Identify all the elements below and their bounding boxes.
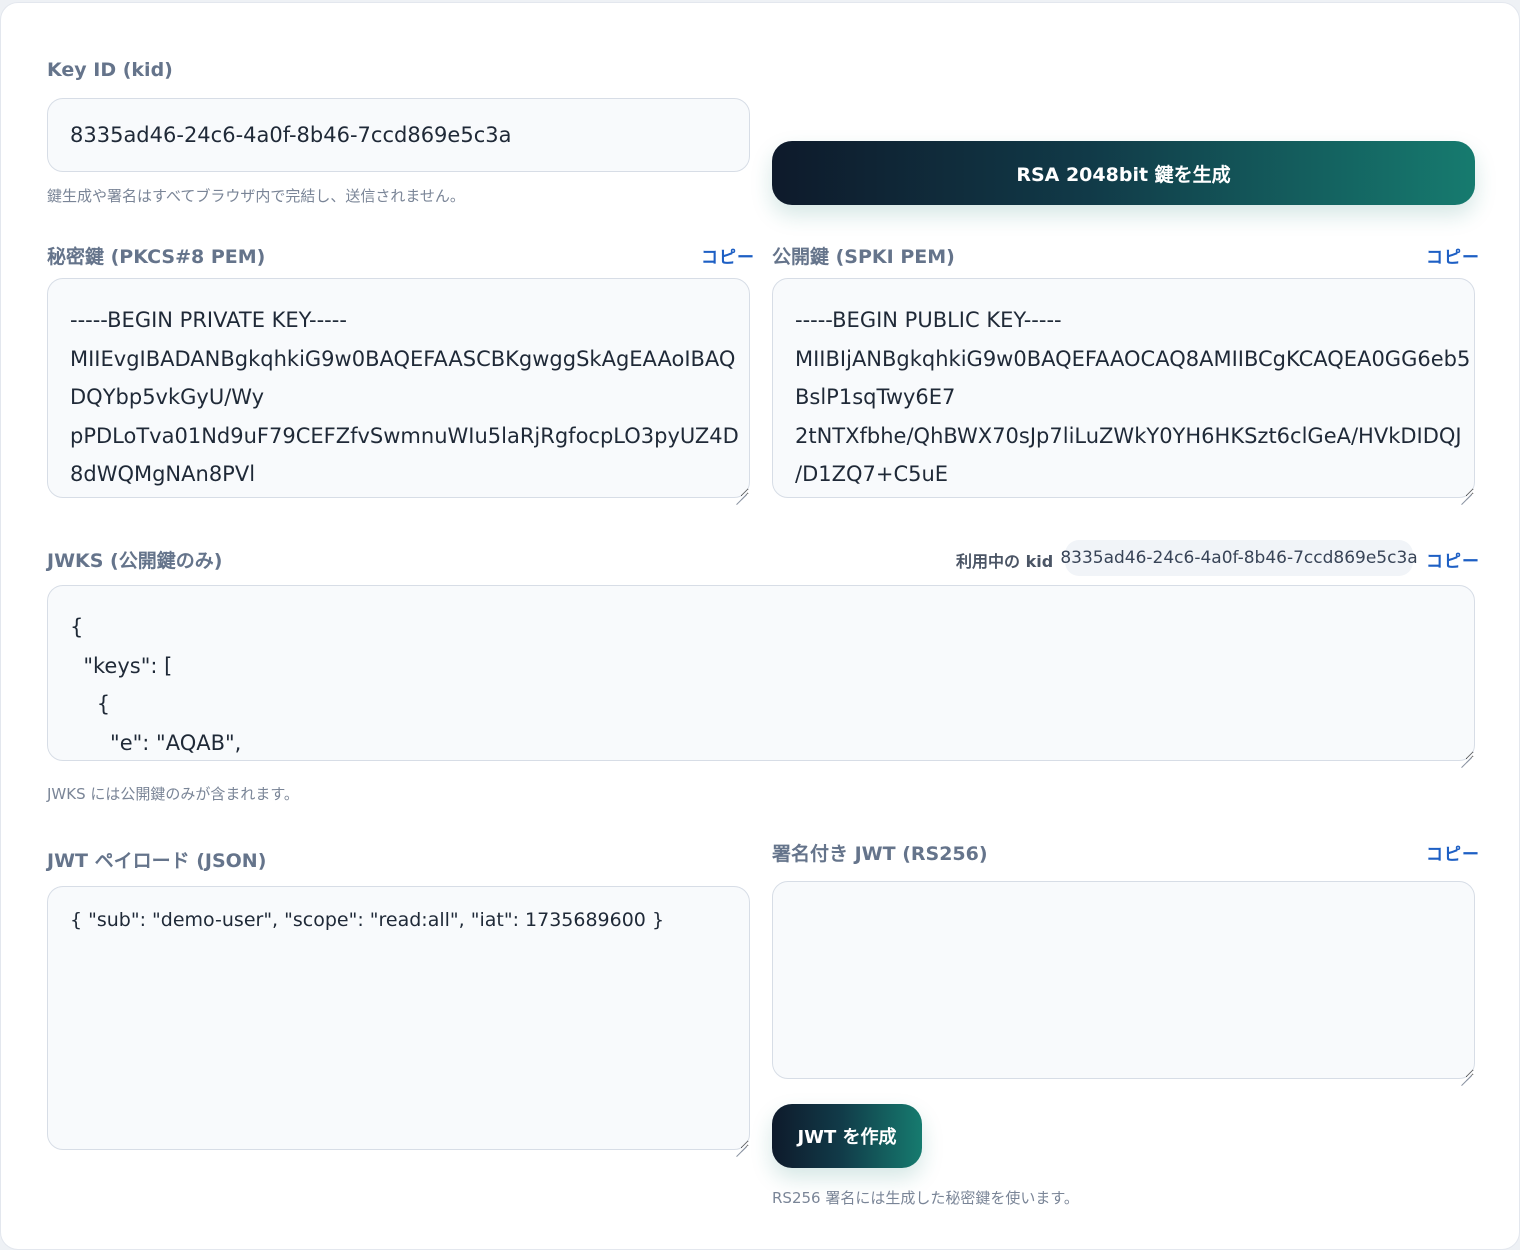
key-tool-card: Key ID (kid) 8335ad46-24c6-4a0f-8b46-7cc… bbox=[0, 2, 1520, 1250]
active-kid-chip: 8335ad46-24c6-4a0f-8b46-7ccd869e5c3a bbox=[1060, 540, 1418, 576]
private-key-textarea[interactable]: -----BEGIN PRIVATE KEY----- MIIEvgIBADAN… bbox=[47, 278, 750, 498]
payload-label: JWT ペイロード (JSON) bbox=[47, 850, 267, 872]
key-id-label: Key ID (kid) bbox=[47, 59, 173, 81]
jwks-textarea[interactable]: { "keys": [ { "e": "AQAB", bbox=[47, 585, 1475, 761]
signed-jwt-textarea[interactable] bbox=[772, 881, 1475, 1079]
jwks-label: JWKS (公開鍵のみ) bbox=[47, 550, 223, 572]
active-kid-label: 利用中の kid bbox=[956, 552, 1054, 571]
public-key-textarea[interactable]: -----BEGIN PUBLIC KEY----- MIIBIjANBgkqh… bbox=[772, 278, 1475, 498]
jwks-copy-button[interactable]: コピー bbox=[1426, 547, 1480, 572]
private-key-label: 秘密鍵 (PKCS#8 PEM) bbox=[47, 246, 266, 268]
signed-jwt-copy-button[interactable]: コピー bbox=[1426, 840, 1480, 865]
signed-jwt-label: 署名付き JWT (RS256) bbox=[772, 843, 988, 865]
key-id-value: 8335ad46-24c6-4a0f-8b46-7ccd869e5c3a bbox=[70, 123, 512, 147]
public-key-label: 公開鍵 (SPKI PEM) bbox=[772, 246, 955, 268]
signing-help: RS256 署名には生成した秘密鍵を使います。 bbox=[772, 1189, 1079, 1207]
public-key-copy-button[interactable]: コピー bbox=[1426, 243, 1480, 268]
key-id-help: 鍵生成や署名はすべてブラウザ内で完結し、送信されません。 bbox=[47, 187, 465, 205]
generate-rsa-button[interactable]: RSA 2048bit 鍵を生成 bbox=[772, 141, 1475, 205]
jwks-help: JWKS には公開鍵のみが含まれます。 bbox=[47, 785, 299, 803]
create-jwt-button[interactable]: JWT を作成 bbox=[772, 1104, 922, 1168]
key-id-input[interactable]: 8335ad46-24c6-4a0f-8b46-7ccd869e5c3a bbox=[47, 98, 750, 172]
payload-textarea[interactable]: { "sub": "demo-user", "scope": "read:all… bbox=[47, 886, 750, 1150]
private-key-copy-button[interactable]: コピー bbox=[701, 243, 755, 268]
